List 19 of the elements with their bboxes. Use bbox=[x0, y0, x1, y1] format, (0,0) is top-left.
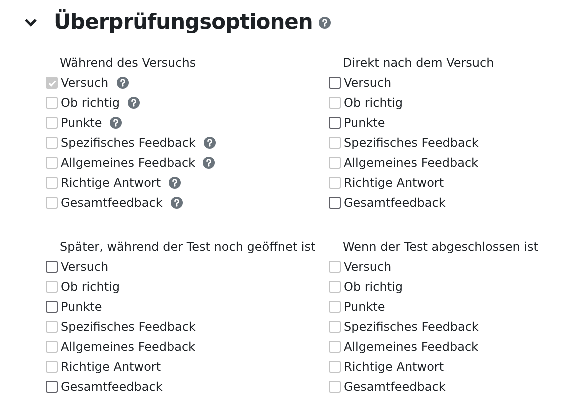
checkbox-label[interactable]: Punkte bbox=[61, 298, 102, 316]
checkbox-label[interactable]: Punkte bbox=[344, 114, 386, 132]
section-title: Überprüfungsoptionen bbox=[54, 8, 313, 36]
checkbox[interactable] bbox=[329, 77, 341, 89]
checkbox-label[interactable]: Versuch bbox=[61, 258, 109, 276]
group-heading: Wenn der Test abgeschlossen ist bbox=[342, 239, 540, 256]
checkbox-label[interactable]: Gesamtfeedback bbox=[344, 194, 446, 212]
checkbox[interactable] bbox=[329, 197, 341, 209]
checkbox[interactable] bbox=[46, 261, 58, 273]
group-heading: Später, während der Test noch geöffnet ist bbox=[59, 239, 317, 256]
group-heading: Während des Versuchs bbox=[59, 55, 198, 72]
group-heading: Direkt nach dem Versuch bbox=[342, 55, 496, 72]
checkbox[interactable] bbox=[46, 381, 58, 393]
checkbox-label[interactable]: Versuch bbox=[344, 74, 392, 92]
checkbox[interactable] bbox=[329, 117, 341, 129]
checkbox[interactable] bbox=[46, 301, 58, 313]
checkbox-label[interactable]: Gesamtfeedback bbox=[61, 378, 163, 396]
help-icon[interactable] bbox=[318, 17, 331, 29]
chevron-down-icon[interactable] bbox=[24, 18, 38, 28]
